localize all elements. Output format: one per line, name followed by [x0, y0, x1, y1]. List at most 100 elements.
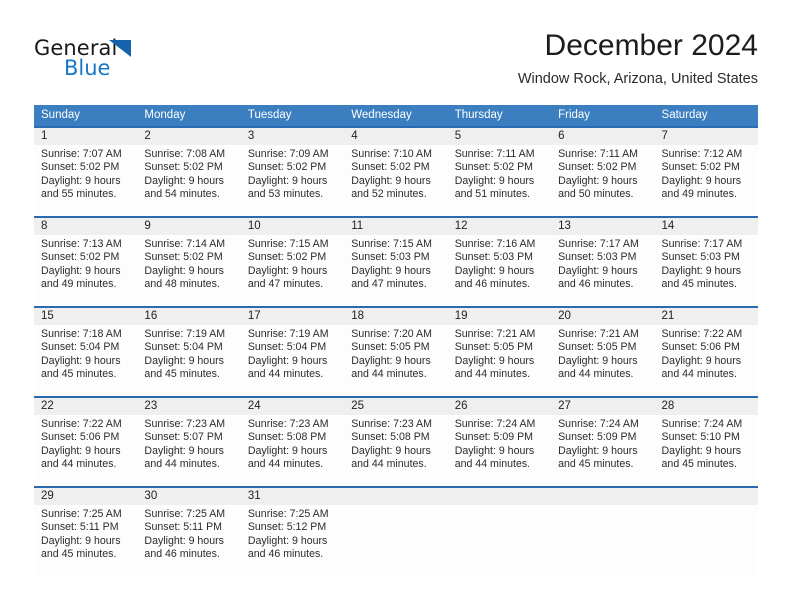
- daylight-text-1: Daylight: 9 hours: [454, 264, 535, 277]
- daylight-text-2: and 44 minutes.: [454, 368, 531, 381]
- sunset-text: Sunset: 5:03 PM: [661, 251, 740, 264]
- location-subtitle: Window Rock, Arizona, United States: [517, 71, 758, 87]
- general-blue-logo: General Blue: [34, 36, 234, 84]
- day-detail-band: Sunrise: 7:07 AM Sunset: 5:02 PM Dayligh…: [34, 145, 758, 216]
- day-number: 24: [247, 400, 261, 412]
- weekday-header-saturday: Saturday: [661, 109, 708, 121]
- day-number: 6: [558, 130, 565, 142]
- day-cell: Sunrise: 7:22 AM Sunset: 5:06 PM Dayligh…: [655, 325, 758, 396]
- sunset-text: Sunset: 5:05 PM: [351, 341, 430, 354]
- daylight-text-2: and 44 minutes.: [247, 458, 324, 471]
- sunrise-text: Sunrise: 7:13 AM: [41, 238, 122, 250]
- day-detail-band: Sunrise: 7:25 AM Sunset: 5:11 PM Dayligh…: [34, 505, 758, 576]
- day-number: 22: [41, 400, 54, 412]
- sunrise-text: Sunrise: 7:25 AM: [144, 508, 226, 520]
- daylight-text-1: Daylight: 9 hours: [144, 534, 224, 547]
- sunrise-text: Sunrise: 7:17 AM: [558, 238, 639, 250]
- sunset-text: Sunset: 5:06 PM: [661, 341, 740, 354]
- day-number-empty: [344, 488, 447, 505]
- day-cell: Sunrise: 7:25 AM Sunset: 5:11 PM Dayligh…: [137, 505, 240, 576]
- sunrise-text: Sunrise: 7:23 AM: [247, 418, 329, 430]
- daylight-text-1: Daylight: 9 hours: [661, 264, 742, 277]
- day-number: 29: [41, 490, 54, 502]
- day-cell: Sunrise: 7:19 AM Sunset: 5:04 PM Dayligh…: [137, 325, 240, 396]
- daylight-text-1: Daylight: 9 hours: [351, 174, 431, 187]
- daylight-text-2: and 50 minutes.: [558, 188, 634, 201]
- sunset-text: Sunset: 5:02 PM: [41, 161, 120, 174]
- daylight-text-1: Daylight: 9 hours: [558, 264, 638, 277]
- page-title: December 2024: [544, 29, 758, 62]
- daylight-text-2: and 44 minutes.: [247, 368, 324, 381]
- sunrise-text: Sunrise: 7:23 AM: [144, 418, 226, 430]
- sunset-text: Sunset: 5:04 PM: [144, 341, 223, 354]
- sunset-text: Sunset: 5:12 PM: [247, 521, 327, 534]
- day-cell-empty: [344, 505, 447, 576]
- day-cell: Sunrise: 7:25 AM Sunset: 5:12 PM Dayligh…: [241, 505, 344, 576]
- day-detail-band: Sunrise: 7:22 AM Sunset: 5:06 PM Dayligh…: [34, 415, 758, 486]
- day-detail-band: Sunrise: 7:13 AM Sunset: 5:02 PM Dayligh…: [34, 235, 758, 306]
- day-cell: Sunrise: 7:24 AM Sunset: 5:10 PM Dayligh…: [655, 415, 758, 486]
- daylight-text-1: Daylight: 9 hours: [247, 534, 328, 547]
- sunrise-text: Sunrise: 7:15 AM: [351, 238, 432, 250]
- sunrise-text: Sunrise: 7:24 AM: [558, 418, 639, 430]
- daylight-text-2: and 45 minutes.: [144, 368, 220, 381]
- daylight-text-1: Daylight: 9 hours: [144, 174, 224, 187]
- day-number: 11: [351, 220, 364, 232]
- sunrise-text: Sunrise: 7:24 AM: [661, 418, 743, 430]
- daylight-text-2: and 49 minutes.: [41, 278, 117, 291]
- day-number: 23: [144, 400, 158, 412]
- sunrise-text: Sunrise: 7:22 AM: [41, 418, 122, 430]
- sunset-text: Sunset: 5:03 PM: [454, 251, 534, 264]
- daylight-text-2: and 46 minutes.: [144, 548, 220, 561]
- calendar-table: Sunday Monday Tuesday Wednesday Thursday…: [34, 105, 758, 576]
- daylight-text-1: Daylight: 9 hours: [247, 174, 328, 187]
- sunset-text: Sunset: 5:10 PM: [661, 431, 740, 444]
- day-cell: Sunrise: 7:21 AM Sunset: 5:05 PM Dayligh…: [448, 325, 551, 396]
- day-number: 10: [247, 220, 261, 232]
- sunrise-text: Sunrise: 7:21 AM: [558, 328, 639, 340]
- day-number: 14: [661, 220, 675, 232]
- sunset-text: Sunset: 5:02 PM: [144, 161, 223, 174]
- daylight-text-2: and 44 minutes.: [454, 458, 531, 471]
- weekday-header-row: Sunday Monday Tuesday Wednesday Thursday…: [34, 105, 758, 126]
- day-number-band: 22 23 24 25 26 27 28: [34, 398, 758, 415]
- weekday-header-tuesday: Tuesday: [247, 109, 292, 121]
- day-cell: Sunrise: 7:17 AM Sunset: 5:03 PM Dayligh…: [655, 235, 758, 306]
- daylight-text-1: Daylight: 9 hours: [41, 354, 121, 367]
- daylight-text-1: Daylight: 9 hours: [247, 444, 328, 457]
- weekday-header-sunday: Sunday: [41, 109, 81, 121]
- sunrise-text: Sunrise: 7:11 AM: [558, 148, 638, 160]
- sunrise-text: Sunrise: 7:22 AM: [661, 328, 743, 340]
- daylight-text-2: and 47 minutes.: [351, 278, 427, 291]
- daylight-text-1: Daylight: 9 hours: [558, 444, 638, 457]
- sunrise-text: Sunrise: 7:19 AM: [247, 328, 329, 340]
- daylight-text-1: Daylight: 9 hours: [351, 354, 431, 367]
- day-number: 13: [558, 220, 571, 232]
- daylight-text-2: and 55 minutes.: [41, 188, 117, 201]
- daylight-text-2: and 45 minutes.: [41, 548, 117, 561]
- day-cell: Sunrise: 7:17 AM Sunset: 5:03 PM Dayligh…: [551, 235, 654, 306]
- daylight-text-1: Daylight: 9 hours: [144, 444, 224, 457]
- day-cell: Sunrise: 7:18 AM Sunset: 5:04 PM Dayligh…: [34, 325, 137, 396]
- triangle-icon: [109, 40, 131, 57]
- daylight-text-2: and 44 minutes.: [144, 458, 220, 471]
- page-header: General Blue December 2024 Window Rock, …: [34, 28, 758, 94]
- day-detail-band: Sunrise: 7:18 AM Sunset: 5:04 PM Dayligh…: [34, 325, 758, 396]
- day-number: 30: [144, 490, 158, 502]
- daylight-text-1: Daylight: 9 hours: [41, 264, 121, 277]
- day-number: 20: [558, 310, 571, 322]
- day-number: 18: [351, 310, 365, 322]
- day-cell: Sunrise: 7:24 AM Sunset: 5:09 PM Dayligh…: [551, 415, 654, 486]
- weekday-header-friday: Friday: [558, 109, 591, 121]
- sunset-text: Sunset: 5:02 PM: [247, 161, 327, 174]
- sunset-text: Sunset: 5:11 PM: [144, 521, 222, 534]
- sunrise-text: Sunrise: 7:18 AM: [41, 328, 122, 340]
- day-number: 12: [454, 220, 468, 232]
- day-number: 27: [558, 400, 571, 412]
- daylight-text-1: Daylight: 9 hours: [661, 174, 742, 187]
- daylight-text-2: and 54 minutes.: [144, 188, 220, 201]
- title-block: December 2024 Window Rock, Arizona, Unit…: [518, 28, 758, 89]
- week-row: 22 23 24 25 26 27 28 Sunrise: 7:22 AM Su…: [34, 396, 758, 486]
- day-cell: Sunrise: 7:11 AM Sunset: 5:02 PM Dayligh…: [448, 145, 551, 216]
- sunrise-text: Sunrise: 7:11 AM: [454, 148, 535, 160]
